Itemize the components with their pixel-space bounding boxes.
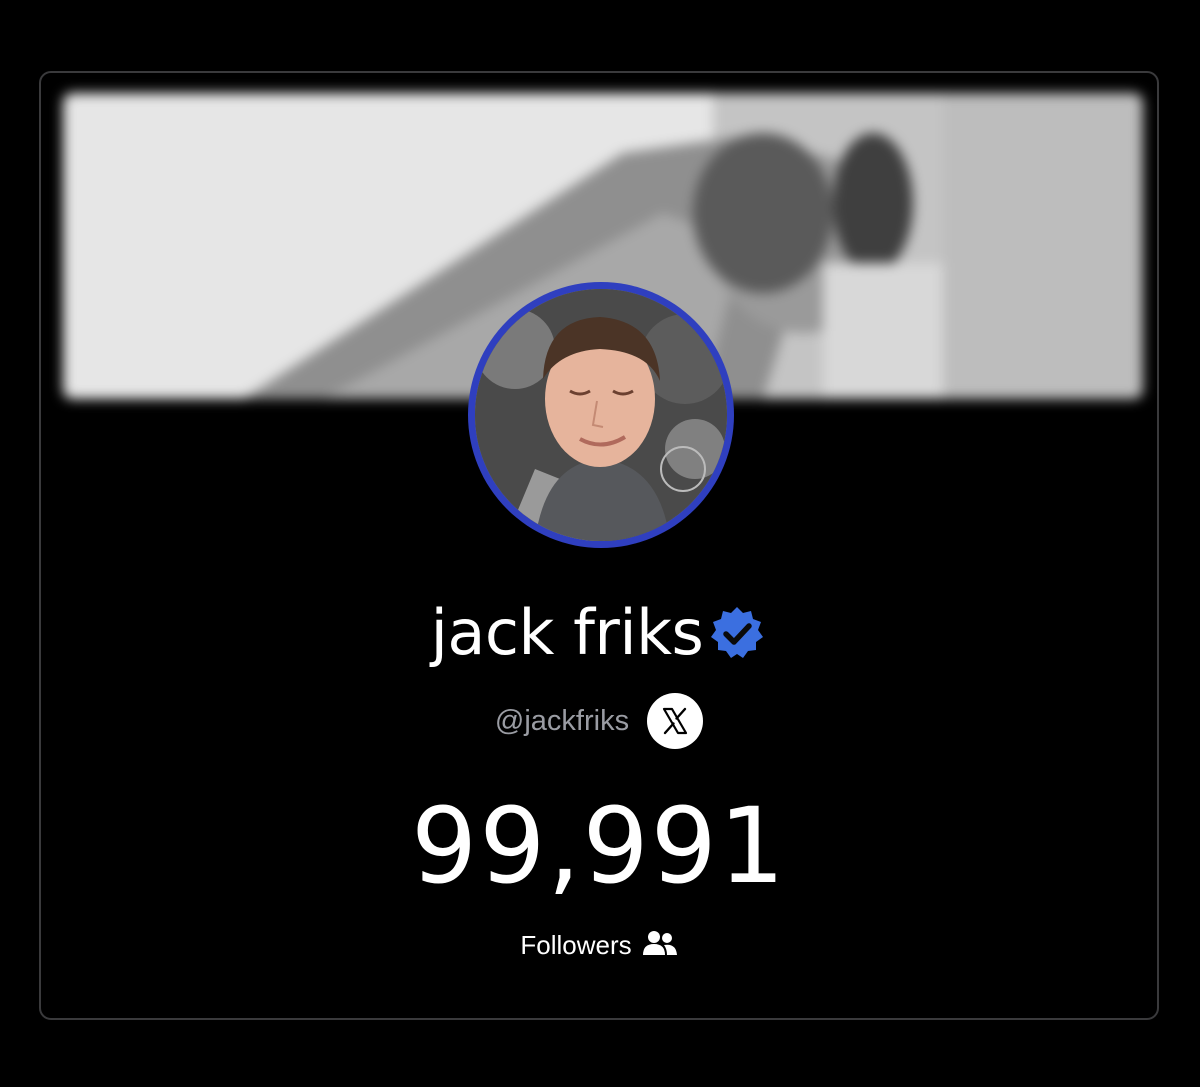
avatar-photo [475,289,727,541]
x-logo-icon[interactable] [647,693,704,749]
avatar[interactable] [468,282,734,548]
username-handle[interactable]: @jackfriks [495,696,629,746]
handle-row: @jackfriks [41,693,1157,749]
verified-check-icon [707,598,767,668]
users-icon [642,930,678,960]
follower-count: 99,991 [411,785,787,907]
followers-label-row: Followers [41,925,1157,965]
display-name: jack friks [430,596,704,669]
follower-count-card: jack friks @jackfriks 99,991 Followers [39,71,1159,1020]
followers-label: Followers [520,930,632,960]
display-name-row: jack friks [41,593,1157,673]
